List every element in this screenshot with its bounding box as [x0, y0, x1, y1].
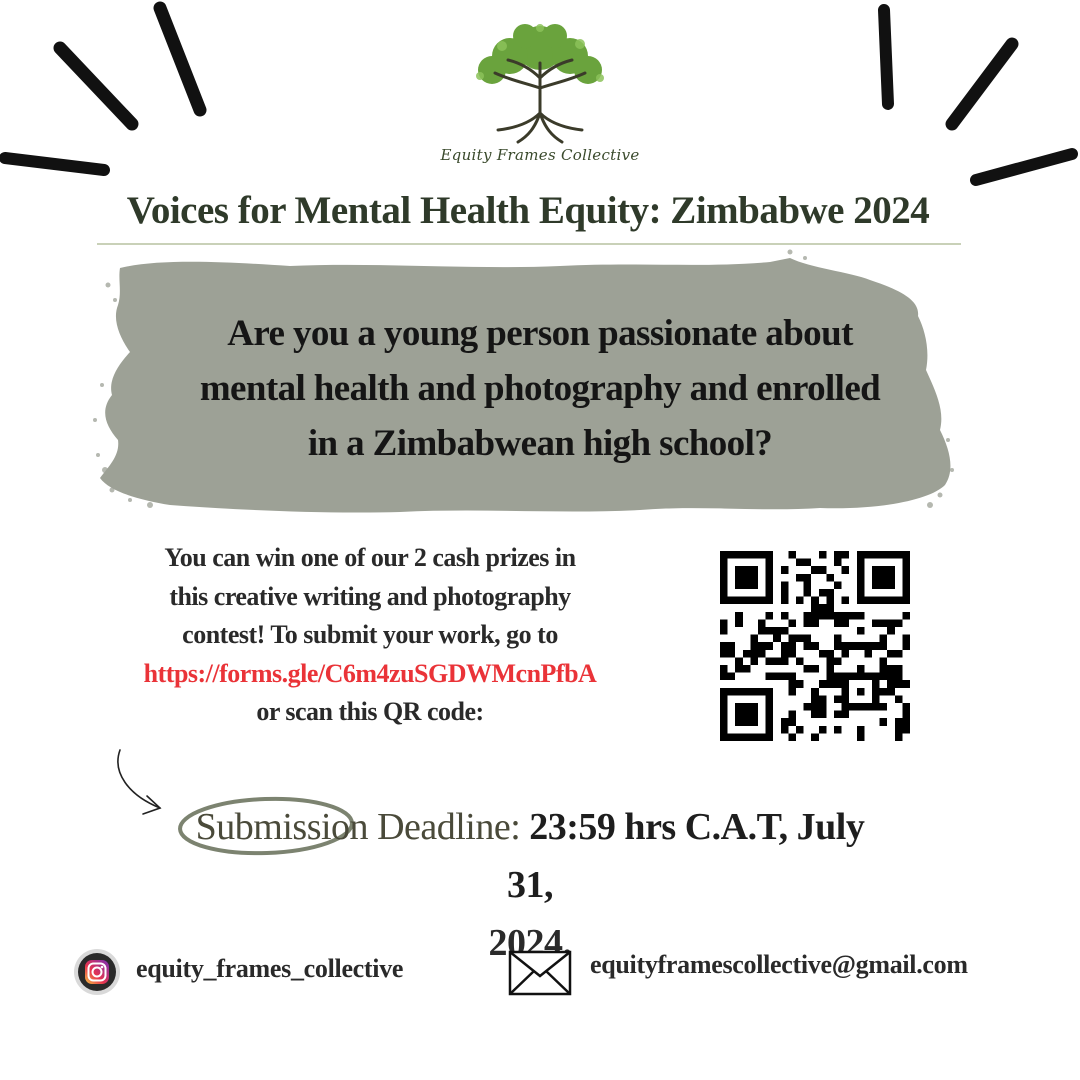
contest-description: You can win one of our 2 cash prizes in …: [90, 539, 650, 732]
description-line: this creative writing and photography: [169, 581, 571, 611]
rays-right-decoration: [878, 4, 1078, 186]
page-title: Voices for Mental Health Equity: Zimbabw…: [126, 189, 930, 232]
qr-finder-bottom-left: [720, 687, 774, 741]
curved-arrow-decoration: [117, 749, 162, 815]
deadline-label-submission: Submission: [195, 806, 369, 848]
instagram-handle[interactable]: equity_frames_collective: [136, 954, 403, 984]
question-line: mental health and photography and enroll…: [199, 368, 881, 409]
deadline-value: 23:59 hrs C.A.T, July 31,: [507, 806, 865, 906]
qr-code-icon[interactable]: [720, 551, 910, 741]
description-line: contest! To submit your work, go to: [182, 620, 558, 649]
submission-form-link[interactable]: https://forms.gle/C6m4zuSGDWMcnPfbA: [90, 655, 650, 694]
tree-of-life-icon: [476, 24, 604, 144]
envelope-icon[interactable]: [508, 950, 572, 996]
title-underline: [97, 243, 961, 245]
qr-finder-top-left: [720, 551, 774, 605]
description-line: or scan this QR code:: [256, 697, 484, 726]
question-line: Are you a young person passionate about: [227, 313, 853, 354]
deadline-label: Deadline:: [368, 806, 530, 848]
question-line: in a Zimbabwean high school?: [307, 423, 773, 464]
brand-logo: Equity Frames Collective: [440, 18, 640, 178]
rays-left-decoration: [0, 1, 207, 176]
description-line: You can win one of our 2 cash prizes in: [164, 543, 576, 572]
instagram-icon[interactable]: [73, 948, 121, 996]
qr-finder-top-right: [856, 551, 910, 605]
headline-question: Are you a young person passionate about …: [150, 306, 930, 471]
submission-deadline: Submission Deadline: 23:59 hrs C.A.T, Ju…: [170, 798, 890, 972]
brand-name: Equity Frames Collective: [440, 146, 640, 164]
email-address[interactable]: equityframescollective@gmail.com: [590, 950, 968, 980]
